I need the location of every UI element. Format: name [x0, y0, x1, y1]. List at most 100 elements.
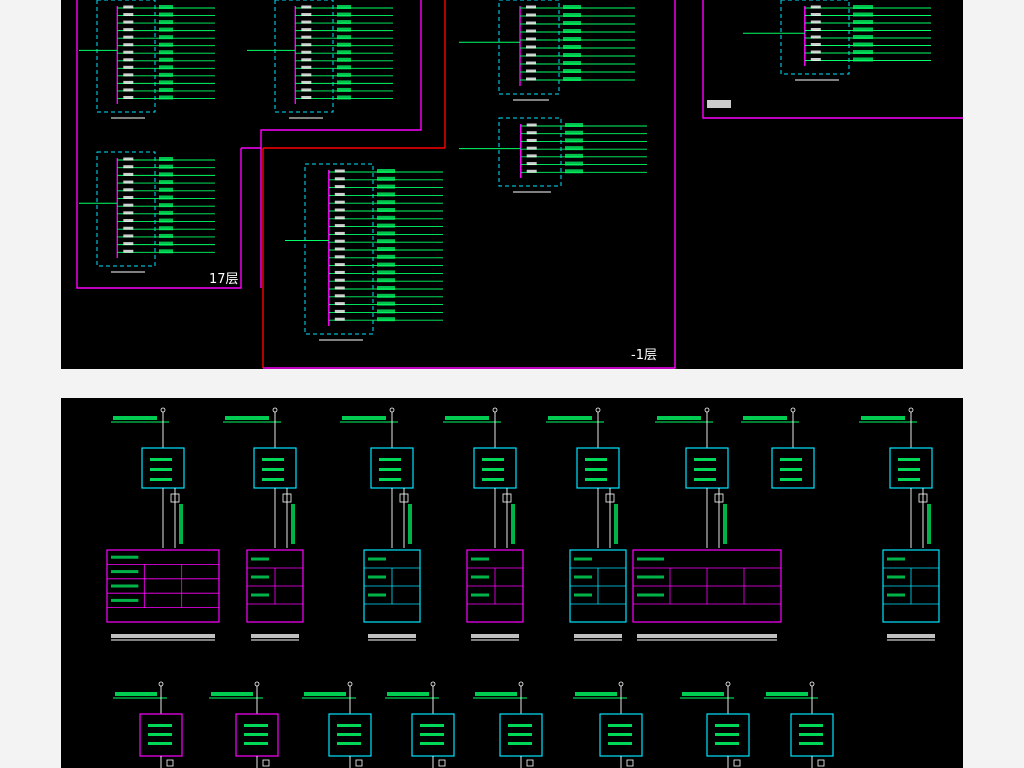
feeder-label: [225, 416, 269, 420]
terminal-node: [809, 681, 815, 687]
equipment-text: [694, 468, 716, 471]
equipment-text: [482, 468, 504, 471]
terminal-box: [262, 759, 270, 767]
breaker-label: [123, 203, 134, 207]
breaker-label: [123, 180, 134, 184]
circuit-tag: [563, 77, 581, 81]
table-cell-text: [111, 570, 139, 574]
circuit-tag: [377, 317, 395, 322]
circuit-tag: [565, 123, 583, 127]
breaker-label: [334, 247, 345, 251]
breaker-label: [301, 20, 312, 24]
breaker-label: [123, 65, 134, 69]
table-cell-text: [368, 575, 386, 579]
equipment-text: [585, 468, 607, 471]
cable-label: [927, 504, 931, 544]
breaker-label: [334, 317, 345, 321]
breaker-label: [810, 13, 821, 16]
breaker-label: [123, 43, 134, 47]
circuit-tag: [377, 293, 395, 298]
breaker-label: [334, 208, 345, 212]
circuit-tag: [563, 13, 581, 17]
circuit-tag: [159, 87, 173, 92]
breaker-label: [526, 131, 537, 135]
terminal-node: [518, 681, 524, 687]
feeder-label: [657, 416, 701, 420]
cable-label: [511, 504, 515, 544]
terminal-node: [254, 681, 260, 687]
equipment-unit-row1-7: [741, 407, 815, 489]
equipment-text: [608, 742, 632, 745]
breaker-label: [334, 216, 345, 220]
breaker-label: [334, 255, 345, 259]
breaker-label: [301, 80, 312, 84]
equipment-text: [715, 742, 739, 745]
breaker-label: [334, 294, 345, 298]
breaker-label: [123, 165, 134, 169]
feeder-label: [211, 692, 253, 696]
table-cell-text: [887, 593, 905, 597]
equipment-text: [694, 458, 716, 461]
equipment-text: [262, 468, 284, 471]
terminal-node: [790, 407, 796, 413]
breaker-label: [301, 35, 312, 39]
equipment-unit-row2-3: [302, 681, 372, 768]
feeder-label: [113, 416, 157, 420]
breaker-label: [334, 177, 345, 181]
circuit-tag: [337, 35, 351, 40]
basement-label: -1层: [631, 348, 657, 363]
terminal-node: [160, 407, 166, 413]
circuit-tag: [159, 50, 173, 55]
breaker-label: [123, 234, 134, 238]
breaker-label: [123, 188, 134, 192]
terminal-node: [492, 407, 498, 413]
equipment-text: [715, 733, 739, 736]
equipment-unit-row1-5: [546, 407, 627, 641]
breaker-label: [526, 154, 537, 158]
circuit-tag: [159, 180, 173, 185]
circuit-tag: [159, 57, 173, 62]
circuit-tag: [565, 153, 583, 158]
circuit-tag: [853, 12, 873, 17]
circuit-tag: [377, 262, 395, 267]
terminal-node: [725, 681, 731, 687]
equipment-text: [379, 458, 401, 461]
circuit-tag: [853, 35, 873, 39]
equipment-text: [420, 733, 444, 736]
feeder-label: [387, 692, 429, 696]
panel-17-b: [247, 0, 393, 119]
breaker-label: [123, 80, 134, 84]
breaker-label: [526, 61, 536, 65]
circuit-tag: [377, 278, 395, 283]
equipment-text: [337, 742, 361, 745]
basement-enclosure: [262, 0, 676, 369]
equipment-text: [608, 724, 632, 727]
circuit-tag: [377, 270, 395, 275]
breaker-label: [123, 242, 134, 246]
circuit-tag: [853, 5, 873, 9]
equipment-text: [694, 478, 716, 481]
feeder-label: [475, 692, 517, 696]
circuit-tag: [159, 27, 173, 32]
breaker-label: [301, 28, 312, 32]
feeder-label: [115, 692, 157, 696]
circuit-tag: [337, 72, 351, 77]
equipment-unit-row2-2: [209, 681, 279, 768]
equipment-unit-row1-4: [443, 407, 524, 641]
terminal-box: [166, 759, 174, 767]
equipment-text: [482, 478, 504, 481]
table-cell-text: [637, 575, 664, 579]
panel-17-a: [79, 0, 215, 119]
equipment-text: [379, 478, 401, 481]
circuit-tag: [563, 21, 581, 25]
breaker-label: [334, 302, 345, 306]
panel-outline: [498, 117, 562, 187]
breaker-label: [526, 169, 537, 173]
circuit-tag: [159, 157, 173, 161]
circuit-tag: [563, 45, 581, 49]
breaker-label: [334, 192, 345, 196]
breaker-label: [526, 123, 537, 127]
circuit-tag: [377, 215, 395, 220]
circuit-tag: [159, 20, 173, 25]
floor17-label: 17层: [209, 272, 239, 287]
